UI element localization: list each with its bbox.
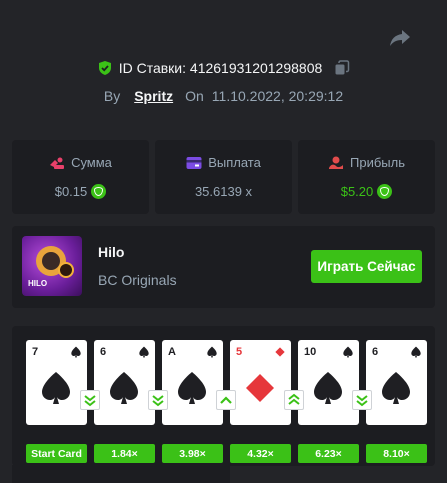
multiplier-badge: 6.23× [298, 444, 359, 463]
stat-payout: Выплата 35.6139 x [155, 140, 292, 214]
share-button[interactable] [388, 27, 412, 49]
stat-bet-label: Сумма [71, 155, 112, 170]
game-name[interactable]: Hilo [98, 244, 124, 260]
game-provider: BC Originals [98, 272, 177, 288]
card-rank: 5 [236, 346, 243, 358]
lower-arrow-icon [352, 390, 372, 410]
playing-card: A [162, 340, 223, 425]
game-thumb-tag: HILO [28, 279, 48, 288]
play-now-button[interactable]: Играть Сейчас [311, 250, 422, 283]
multiplier-badge: 8.10× [366, 444, 427, 463]
stat-profit: Прибыль $5.20 [298, 140, 435, 214]
user-link[interactable]: Spritz [134, 88, 173, 104]
card-slot: 10 6.23× [298, 340, 372, 463]
card-rank: 6 [100, 346, 107, 358]
spade-icon [343, 346, 353, 358]
game-panel: HILO Hilo BC Originals Играть Сейчас [12, 226, 435, 308]
card-rank: 7 [32, 346, 39, 358]
spade-icon [382, 372, 410, 404]
higher-arrow-icon [284, 390, 304, 410]
playing-card: 7 [26, 340, 87, 425]
stat-payout-label: Выплата [208, 155, 261, 170]
bet-datetime: 11.10.2022, 20:29:12 [211, 88, 344, 104]
bet-amount-icon [50, 157, 65, 169]
cards-history: 7 Start Card 6 1.84× A 3.98× 5 4.32× 10 6.23× 6 8.1… [12, 326, 435, 466]
coin-icon [377, 184, 393, 199]
stat-profit-label: Прибыль [350, 155, 405, 170]
multiplier-badge: 3.98× [162, 444, 223, 463]
card-rank: A [168, 346, 176, 358]
spade-icon [178, 372, 206, 404]
playing-card: 6 [366, 340, 427, 425]
multiplier-badge: 1.84× [94, 444, 155, 463]
higher-arrow-icon [216, 390, 236, 410]
spade-icon [71, 346, 81, 358]
share-icon [390, 30, 410, 46]
lower-arrow-icon [80, 390, 100, 410]
spade-icon [139, 346, 149, 358]
copy-icon[interactable] [334, 60, 350, 76]
game-badge-icon [58, 262, 74, 278]
card-rank: 10 [304, 346, 317, 358]
lower-arrow-icon [148, 390, 168, 410]
profit-icon [329, 156, 343, 169]
card-slot: 5 4.32× [230, 340, 304, 463]
spade-icon [314, 372, 342, 404]
stat-payout-value: 35.6139 x [194, 184, 253, 199]
game-thumbnail[interactable]: HILO [22, 236, 82, 296]
spade-icon [42, 372, 70, 404]
spade-icon [110, 372, 138, 404]
card-slot: 6 8.10× [366, 340, 434, 463]
by-label: By [103, 88, 121, 104]
stat-bet-value: $0.15 [54, 184, 88, 199]
cards-row: 7 Start Card 6 1.84× A 3.98× 5 4.32× 10 6.23× 6 8.1… [26, 340, 434, 463]
bet-id-row: ID Ставки: 41261931201298808 [0, 58, 447, 78]
multiplier-badge: Start Card [26, 444, 87, 463]
payout-icon [186, 156, 202, 169]
spade-icon [411, 346, 421, 358]
author-row: By Spritz On 11.10.2022, 20:29:12 [0, 86, 447, 106]
diamond-icon [246, 374, 274, 402]
bet-stats: Сумма $0.15 Выплата 35.6139 x Прибыль $5… [12, 140, 435, 214]
card-slot: 6 1.84× [94, 340, 168, 463]
spade-icon [207, 346, 217, 358]
on-label: On [185, 88, 204, 104]
scroll-track [12, 465, 230, 483]
playing-card: 10 [298, 340, 359, 425]
diamond-icon [275, 347, 285, 357]
multiplier-badge: 4.32× [230, 444, 291, 463]
card-slot: A 3.98× [162, 340, 236, 463]
card-slot: 7 Start Card [26, 340, 100, 463]
card-rank: 6 [372, 346, 379, 358]
playing-card: 5 [230, 340, 291, 425]
stat-bet: Сумма $0.15 [12, 140, 149, 214]
stat-profit-value: $5.20 [340, 184, 374, 199]
shield-check-icon [98, 61, 111, 75]
bet-id-label: ID Ставки: 41261931201298808 [118, 60, 323, 76]
playing-card: 6 [94, 340, 155, 425]
coin-icon [91, 184, 107, 199]
